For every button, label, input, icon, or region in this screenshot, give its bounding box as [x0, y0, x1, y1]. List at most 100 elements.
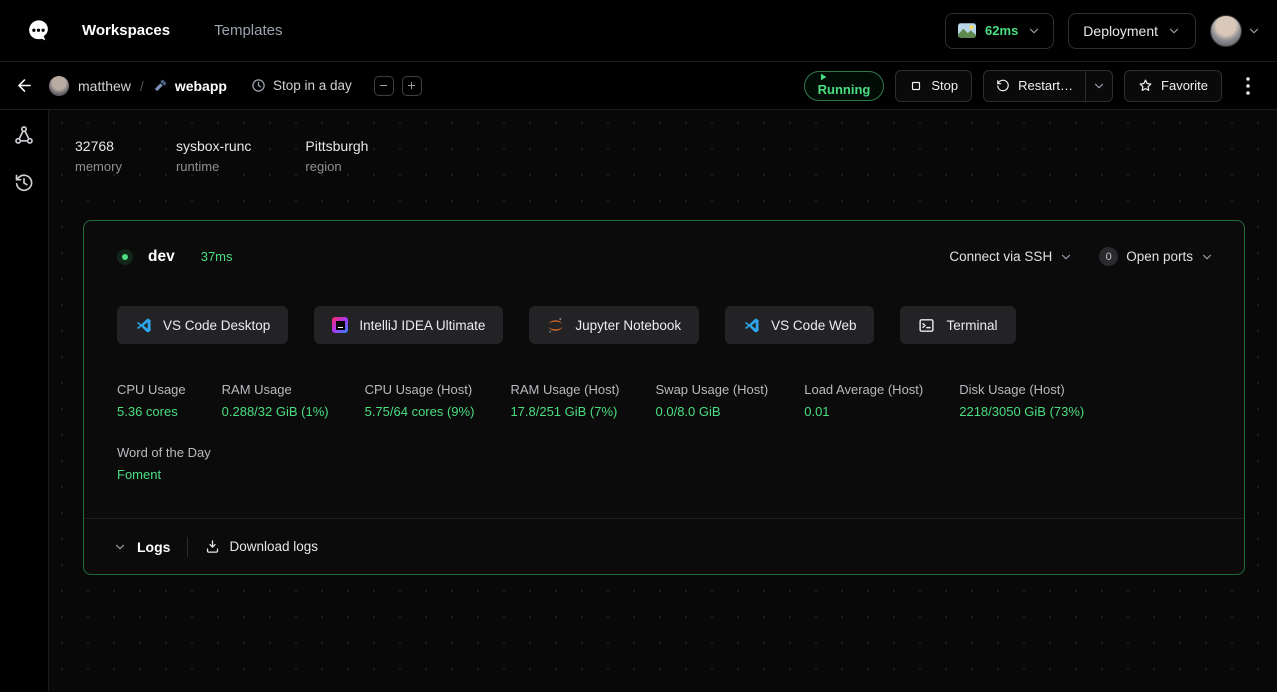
metadata-item: CPU Usage 5.36 cores	[117, 382, 186, 419]
metadata-item: RAM Usage 0.288/32 GiB (1%)	[222, 382, 329, 419]
app-intellij[interactable]: IntelliJ IDEA Ultimate	[314, 306, 503, 344]
kebab-menu-icon	[1246, 77, 1250, 95]
stat-value: 32768	[75, 138, 122, 154]
back-button[interactable]	[0, 62, 49, 110]
metadata-label: RAM Usage (Host)	[510, 382, 619, 397]
top-nav-left: Workspaces Templates	[16, 9, 282, 53]
agent-metadata-row-2: Word of the Day Foment	[84, 445, 1244, 482]
landscape-icon	[958, 23, 976, 38]
app-vscode-web[interactable]: VS Code Web	[725, 306, 874, 344]
stat-value: sysbox-runc	[176, 138, 251, 154]
metadata-item: Word of the Day Foment	[117, 445, 211, 482]
autostop-schedule: Stop in a day	[251, 78, 352, 93]
app-label: IntelliJ IDEA Ultimate	[359, 318, 485, 333]
stat-value: Pittsburgh	[305, 138, 368, 154]
chevron-down-icon	[113, 540, 127, 554]
agent-apps: VS Code Desktop IntelliJ IDEA Ultimate J…	[84, 306, 1244, 344]
main-content: 32768 memory sysbox-runc runtime Pittsbu…	[49, 110, 1277, 691]
download-logs-button[interactable]: Download logs	[205, 539, 318, 554]
favorite-button[interactable]: Favorite	[1124, 70, 1222, 102]
plus-icon	[406, 80, 417, 91]
app-vscode-desktop[interactable]: VS Code Desktop	[117, 306, 288, 344]
workspace-emoji-icon	[153, 78, 168, 93]
logs-label: Logs	[137, 539, 170, 555]
stat-label: memory	[75, 159, 122, 174]
intellij-icon	[332, 317, 348, 333]
chevron-down-icon	[1027, 24, 1041, 38]
stat-label: runtime	[176, 159, 251, 174]
chevron-down-icon	[1200, 250, 1214, 264]
metadata-item: Disk Usage (Host) 2218/3050 GiB (73%)	[959, 382, 1084, 419]
more-options-button[interactable]	[1233, 70, 1263, 102]
metadata-label: CPU Usage	[117, 382, 186, 397]
deployment-dropdown[interactable]: Deployment	[1068, 13, 1196, 49]
metadata-label: RAM Usage	[222, 382, 329, 397]
nav-templates[interactable]: Templates	[214, 22, 282, 39]
play-icon	[818, 72, 828, 82]
logs-toggle-button[interactable]: Logs	[113, 539, 170, 555]
latency-dropdown[interactable]: 62ms	[945, 13, 1054, 49]
status-badge[interactable]: Running	[804, 71, 885, 101]
breadcrumb-separator: /	[140, 78, 144, 94]
user-menu[interactable]	[1210, 15, 1261, 47]
workspace-actions: Running Stop Restart… Favorite	[804, 70, 1263, 102]
minus-icon	[378, 80, 389, 91]
vscode-icon	[135, 317, 152, 334]
app-terminal[interactable]: Terminal	[900, 306, 1015, 344]
arrow-left-icon	[15, 76, 34, 95]
restart-button[interactable]: Restart…	[984, 71, 1085, 101]
connect-ssh-dropdown[interactable]: Connect via SSH	[949, 249, 1073, 264]
stop-label: Stop	[931, 78, 958, 93]
agent-card-actions: Connect via SSH 0 Open ports	[949, 247, 1214, 266]
download-logs-label: Download logs	[229, 539, 318, 554]
agent-card-header: dev 37ms Connect via SSH 0 Open ports	[84, 221, 1244, 266]
metadata-label: Swap Usage (Host)	[656, 382, 769, 397]
region-image-icon	[958, 23, 976, 38]
top-navbar: Workspaces Templates 62ms Deployment	[0, 0, 1277, 62]
nav-workspaces[interactable]: Workspaces	[82, 22, 170, 39]
metadata-label: Load Average (Host)	[804, 382, 923, 397]
metadata-value: Foment	[117, 467, 211, 482]
restart-options-button[interactable]	[1085, 71, 1112, 101]
agent-card-footer: Logs Download logs	[84, 518, 1244, 574]
favorite-label: Favorite	[1161, 78, 1208, 93]
app-label: VS Code Web	[771, 318, 856, 333]
metadata-value: 0.01	[804, 404, 923, 419]
increase-schedule-button[interactable]	[402, 76, 422, 96]
metadata-value: 5.75/64 cores (9%)	[365, 404, 475, 419]
star-icon	[1138, 78, 1153, 93]
topology-icon	[14, 125, 34, 145]
resources-nav-button[interactable]	[14, 125, 34, 145]
metadata-label: Word of the Day	[117, 445, 211, 460]
metadata-item: CPU Usage (Host) 5.75/64 cores (9%)	[365, 382, 475, 419]
user-avatar	[1210, 15, 1242, 47]
stat-region: Pittsburgh region	[305, 138, 368, 174]
chevron-down-icon	[1059, 250, 1073, 264]
schedule-label: Stop in a day	[273, 78, 352, 93]
ports-label: Open ports	[1126, 249, 1193, 264]
agent-card: dev 37ms Connect via SSH 0 Open ports	[83, 220, 1245, 575]
history-nav-button[interactable]	[14, 173, 34, 193]
metadata-label: Disk Usage (Host)	[959, 382, 1084, 397]
latency-value: 62ms	[985, 23, 1018, 38]
workspace-toolbar: matthew / webapp Stop in a day Running S…	[0, 62, 1277, 110]
deployment-label: Deployment	[1083, 23, 1158, 39]
ports-count-badge: 0	[1099, 247, 1118, 266]
stop-icon	[909, 79, 923, 93]
metadata-item: Swap Usage (Host) 0.0/8.0 GiB	[656, 382, 769, 419]
stop-button[interactable]: Stop	[895, 70, 972, 102]
metadata-value: 0.0/8.0 GiB	[656, 404, 769, 419]
chevron-down-icon	[1247, 24, 1261, 38]
app-jupyter[interactable]: Jupyter Notebook	[529, 306, 699, 344]
left-sidebar	[0, 110, 49, 691]
open-ports-dropdown[interactable]: 0 Open ports	[1099, 247, 1214, 266]
chevron-down-icon	[1167, 24, 1181, 38]
decrease-schedule-button[interactable]	[374, 76, 394, 96]
restart-icon	[996, 79, 1010, 93]
workspace-owner[interactable]: matthew	[78, 78, 131, 94]
metadata-item: Load Average (Host) 0.01	[804, 382, 923, 419]
metadata-value: 2218/3050 GiB (73%)	[959, 404, 1084, 419]
jupyter-icon	[547, 317, 564, 334]
coder-logo[interactable]	[16, 9, 60, 53]
chevron-down-icon	[1092, 79, 1106, 93]
